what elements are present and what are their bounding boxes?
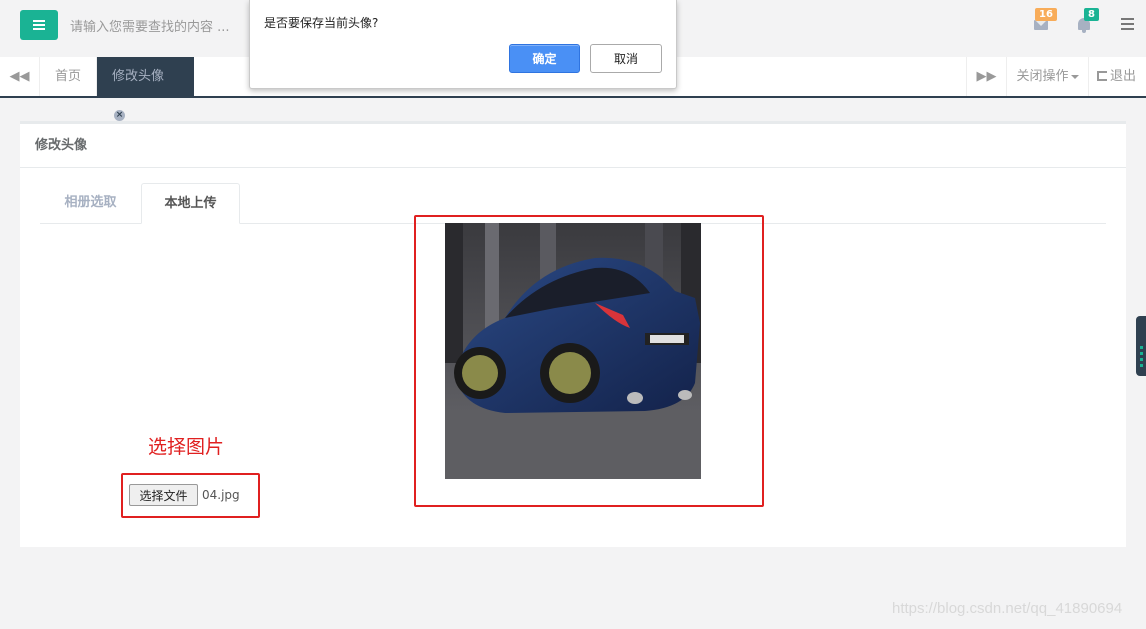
tab-album-select[interactable]: 相册选取 <box>40 183 141 223</box>
logout-button[interactable]: 退出 <box>1088 57 1146 96</box>
tabs-scroll-left-button[interactable]: ◀◀ <box>0 57 40 96</box>
logout-label: 退出 <box>1110 69 1137 84</box>
selected-file-name: 04.jpg <box>202 488 240 502</box>
tab-edit-avatar[interactable]: 修改头像 × <box>97 57 194 121</box>
confirm-button[interactable]: 确定 <box>509 44 580 73</box>
watermark-text: https://blog.csdn.net/qq_41890694 <box>892 600 1123 617</box>
mail-count-badge: 16 <box>1035 8 1057 21</box>
panel-title: 修改头像 <box>20 124 1126 168</box>
tab-local-upload[interactable]: 本地上传 <box>141 183 240 224</box>
tabs-scroll-right-button[interactable]: ▶▶ <box>966 57 1006 96</box>
close-operations-dropdown[interactable]: 关闭操作 <box>1006 57 1088 96</box>
theme-settings-handle[interactable] <box>1136 316 1146 376</box>
tab-edit-avatar-label: 修改头像 <box>112 69 165 84</box>
choose-image-annotation: 选择图片 <box>148 436 225 458</box>
tab-home[interactable]: 首页 <box>40 57 97 96</box>
hamburger-menu-icon <box>33 20 45 30</box>
logout-icon <box>1097 70 1107 81</box>
avatar-preview-image <box>445 223 701 479</box>
choose-file-button[interactable]: 选择文件 <box>129 484 198 506</box>
save-avatar-confirm-dialog: 是否要保存当前头像? 确定 取消 <box>249 0 677 89</box>
tasks-icon[interactable] <box>1121 18 1134 30</box>
menu-toggle-button[interactable] <box>20 10 58 40</box>
dialog-message: 是否要保存当前头像? <box>264 16 379 30</box>
close-circle-icon[interactable]: × <box>114 110 125 121</box>
caret-down-icon <box>1070 74 1079 79</box>
cancel-button[interactable]: 取消 <box>590 44 662 73</box>
search-input[interactable] <box>70 12 250 42</box>
tab-home-label: 首页 <box>55 69 82 84</box>
close-operations-label: 关闭操作 <box>1016 69 1069 84</box>
backward-icon: ◀◀ <box>9 69 30 84</box>
forward-icon: ▶▶ <box>976 69 997 84</box>
notification-count-badge: 8 <box>1084 8 1099 21</box>
